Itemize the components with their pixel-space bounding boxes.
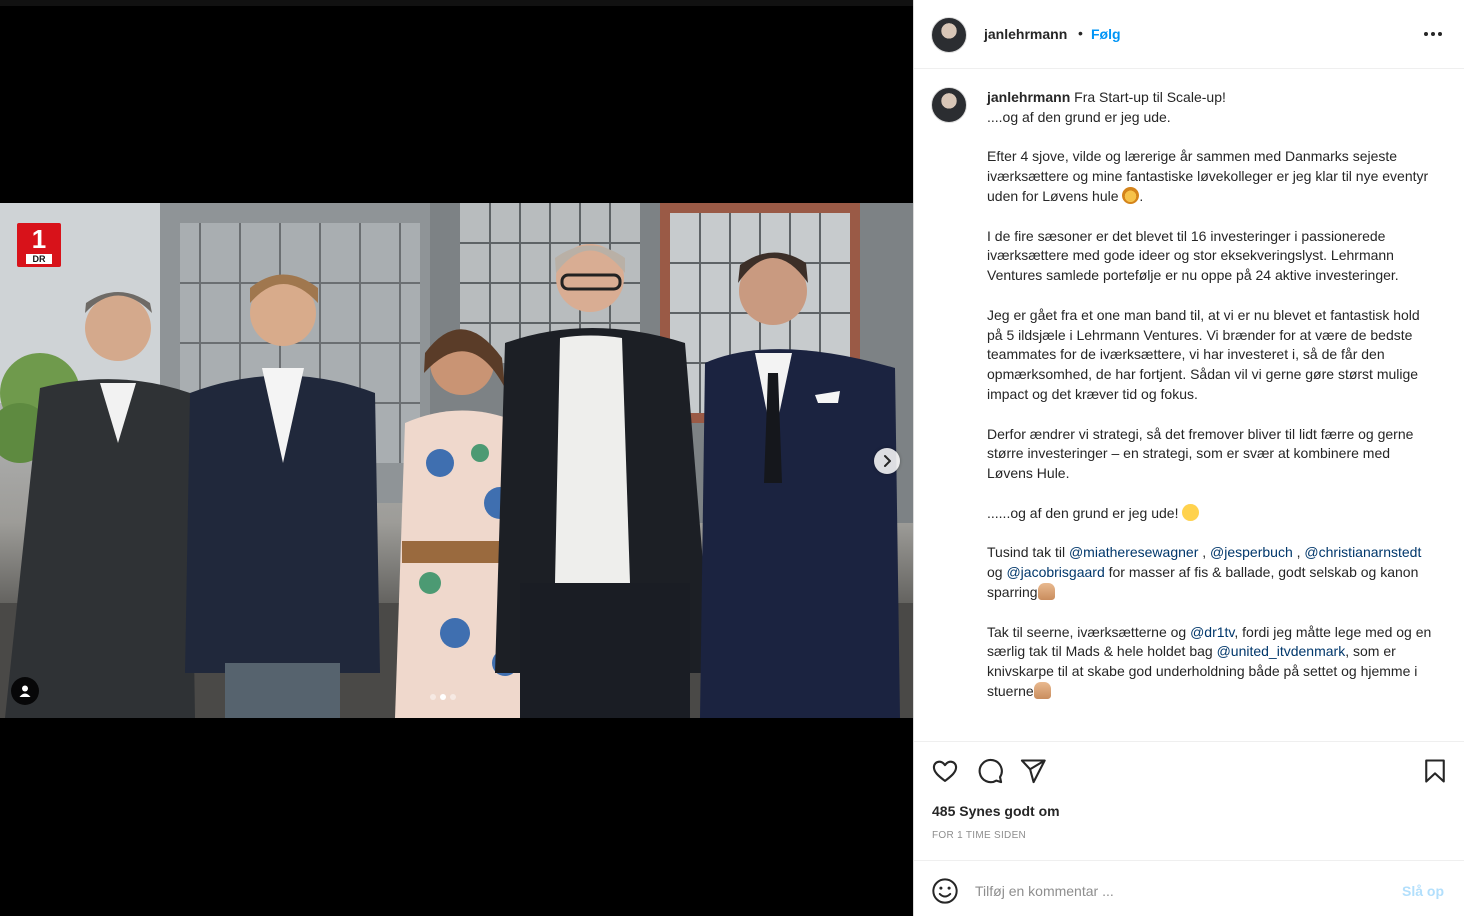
- comment-input[interactable]: [975, 876, 1385, 906]
- dr-logo-label: DR: [26, 254, 52, 264]
- post-media: 1 DR: [0, 0, 913, 916]
- comment-icon: [978, 758, 1003, 784]
- caption-text: ,: [1202, 544, 1207, 561]
- caption-paragraph: Jeg er gået fra et one man band til, at …: [987, 306, 1420, 402]
- more-options-button[interactable]: [1420, 24, 1446, 44]
- paper-plane-icon: [1020, 759, 1046, 784]
- caption-text: Tusind tak til: [987, 544, 1066, 561]
- mention-link[interactable]: @jesperbuch: [1210, 544, 1293, 560]
- post-actions: [914, 743, 1464, 803]
- carousel-indicator: [430, 694, 456, 700]
- dr-channel-logo: 1 DR: [17, 223, 61, 267]
- avatar[interactable]: [931, 17, 967, 53]
- mention-link[interactable]: @jacobrisgaard: [1006, 564, 1104, 580]
- follow-button[interactable]: Følg: [1091, 26, 1121, 42]
- carousel-dot: [450, 694, 456, 700]
- like-button[interactable]: [930, 756, 960, 786]
- comment-button[interactable]: [975, 756, 1005, 786]
- post-comment-button[interactable]: Slå op: [1402, 883, 1444, 899]
- likes-count[interactable]: 485 Synes godt om: [932, 803, 1060, 819]
- instagram-post-modal: 1 DR janlehrmann • Følg janlehrmann Fra …: [0, 0, 1465, 916]
- caption-paragraph: Efter 4 sjove, vilde og lærerige år samm…: [987, 148, 1429, 204]
- carousel-dot: [430, 694, 436, 700]
- header-separator: •: [1078, 25, 1083, 41]
- header-username[interactable]: janlehrmann: [984, 26, 1067, 42]
- smiley-icon: [932, 878, 958, 904]
- caption-section: janlehrmann Fra Start-up til Scale-up! .…: [914, 69, 1464, 742]
- caption-avatar[interactable]: [931, 87, 967, 123]
- chevron-right-icon: [884, 455, 891, 467]
- caption-paragraph: ......og af den grund er jeg ude!: [987, 504, 1179, 521]
- post-photo[interactable]: [0, 203, 913, 718]
- caption-text: .: [1139, 187, 1144, 204]
- smiling-emoji-icon: [1182, 503, 1200, 521]
- praying-hands-emoji-icon: [1033, 681, 1051, 699]
- mention-link[interactable]: @christianarnstedt: [1304, 544, 1421, 560]
- mention-link[interactable]: @miatheresewagner: [1069, 544, 1198, 560]
- caption-text: ,: [1296, 544, 1301, 561]
- caption-text: Tak til seerne, iværksætterne og: [987, 623, 1187, 640]
- bookmark-icon: [1425, 759, 1445, 783]
- lion-emoji-icon: [1122, 186, 1140, 204]
- caption-paragraph: I de fire sæsoner er det blevet til 16 i…: [987, 227, 1399, 284]
- caption-line: ....og af den grund er jeg ude.: [987, 108, 1171, 125]
- carousel-next-button[interactable]: [874, 448, 900, 474]
- caption-line: Fra Start-up til Scale-up!: [1074, 89, 1226, 105]
- photo-illustration: [0, 203, 913, 718]
- post-side-panel: janlehrmann • Følg janlehrmann Fra Start…: [913, 0, 1465, 916]
- emoji-picker-button[interactable]: [931, 877, 959, 905]
- tagged-users-button[interactable]: [11, 677, 39, 705]
- mention-link[interactable]: @dr1tv: [1190, 624, 1234, 640]
- media-top-strip: [0, 0, 913, 6]
- praying-hands-emoji-icon: [1037, 582, 1055, 600]
- heart-icon: [932, 760, 958, 782]
- mention-link[interactable]: @united_itvdenmark: [1217, 643, 1346, 659]
- caption-username[interactable]: janlehrmann: [987, 89, 1070, 105]
- post-timestamp[interactable]: FOR 1 TIME SIDEN: [932, 830, 1026, 841]
- comment-composer: Slå op: [914, 860, 1464, 916]
- more-horizontal-icon: [1424, 32, 1442, 36]
- post-caption: janlehrmann Fra Start-up til Scale-up! .…: [987, 88, 1435, 702]
- carousel-dot-active: [440, 694, 446, 700]
- caption-text: og: [987, 564, 1003, 581]
- dr-logo-number: 1: [31, 224, 47, 254]
- post-header: janlehrmann • Følg: [914, 0, 1464, 69]
- share-button[interactable]: [1018, 756, 1048, 786]
- user-tag-icon: [19, 685, 31, 697]
- caption-paragraph: Derfor ændrer vi strategi, så det fremov…: [987, 425, 1414, 482]
- save-button[interactable]: [1420, 756, 1450, 786]
